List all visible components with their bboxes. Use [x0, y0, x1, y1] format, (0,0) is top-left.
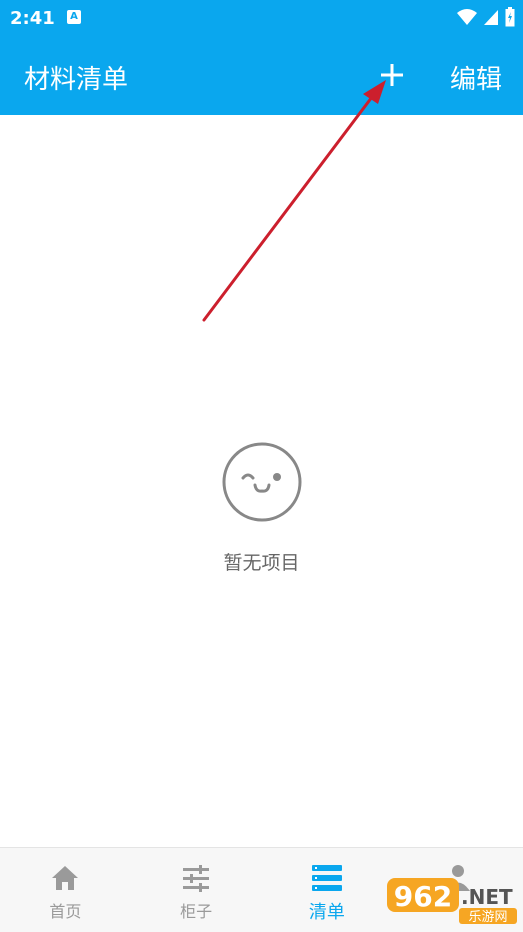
- status-time: 2:41: [10, 8, 55, 29]
- status-indicators: [457, 7, 515, 27]
- plus-icon: [381, 64, 403, 86]
- watermark-number: 962: [394, 880, 452, 913]
- sliders-icon: [183, 865, 210, 892]
- empty-message: 暂无项目: [223, 552, 300, 574]
- tab-label-cabinet: 柜子: [180, 902, 213, 921]
- edit-button[interactable]: 编辑: [450, 59, 502, 96]
- app-bar: 材料清单 编辑: [0, 35, 523, 115]
- tab-label-list: 清单: [308, 902, 345, 923]
- battery-icon: [505, 7, 515, 27]
- list-icon: [311, 865, 342, 891]
- page-title: 材料清单: [24, 65, 129, 95]
- watermark-suffix: .NET: [461, 885, 513, 909]
- watermark-sub: 乐游网: [468, 910, 507, 925]
- add-button[interactable]: [372, 57, 412, 93]
- home-icon: [52, 866, 79, 890]
- wifi-icon: [457, 9, 477, 25]
- tab-label-home: 首页: [49, 902, 82, 921]
- watermark-logo: 962 .NET 乐游网: [387, 878, 517, 925]
- tab-home[interactable]: 首页: [0, 848, 131, 932]
- status-bar: 2:41 A: [0, 0, 523, 35]
- empty-state: 暂无项目: [0, 440, 523, 575]
- notification-app-icon: A: [67, 10, 81, 24]
- signal-icon: [484, 10, 498, 25]
- tab-list[interactable]: 清单: [262, 848, 393, 932]
- tab-cabinet[interactable]: 柜子: [131, 848, 262, 932]
- wink-face-icon: [222, 442, 301, 522]
